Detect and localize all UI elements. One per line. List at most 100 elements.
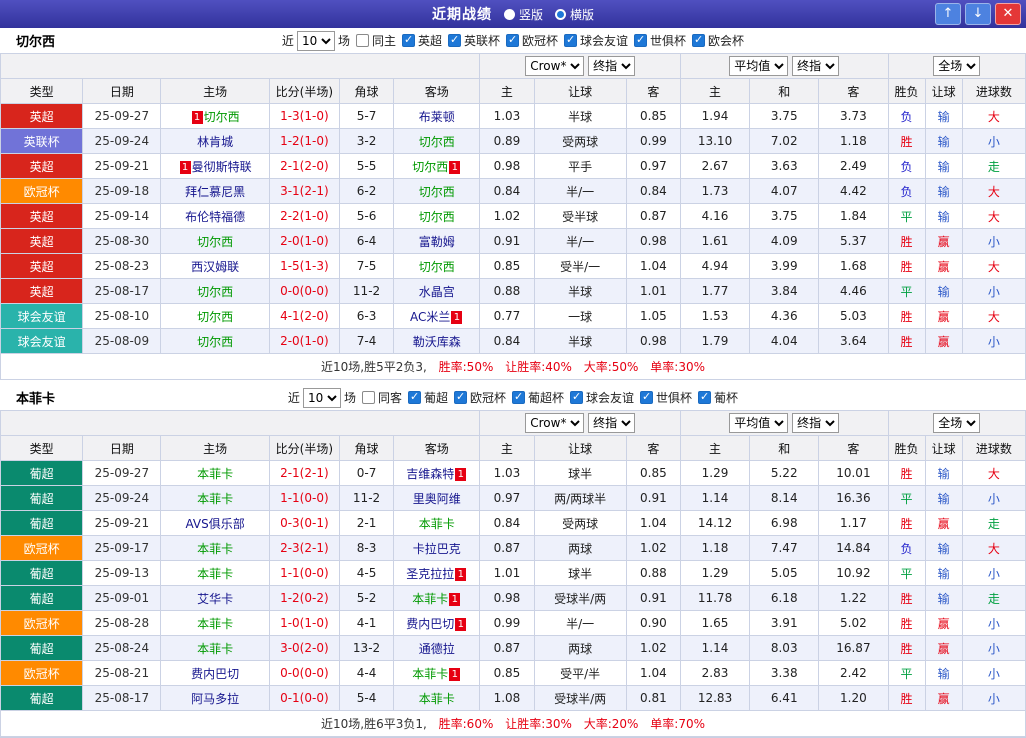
away-team-link[interactable]: 富勒姆 (419, 235, 455, 249)
home-team-link[interactable]: 本菲卡 (197, 642, 233, 656)
match-scope-select[interactable]: 全场 (933, 413, 981, 433)
avg-draw-odds: 6.41 (749, 685, 820, 711)
league-filter-checkbox[interactable]: 英超 (401, 32, 442, 49)
final-odds-select[interactable]: 终指 (792, 413, 840, 433)
league-filter-checkbox[interactable]: 欧会杯 (692, 32, 744, 49)
away-team-link[interactable]: 本菲卡 (419, 692, 455, 706)
scroll-up-button[interactable]: ↑ (935, 3, 961, 25)
home-team-link[interactable]: 西汉姆联 (191, 260, 239, 274)
away-team-link[interactable]: 本菲卡 (412, 667, 448, 681)
league-filter-checkbox[interactable]: 葡超 (407, 389, 448, 406)
away-team-link[interactable]: 费内巴切 (406, 617, 454, 631)
league-filter-checkbox[interactable]: 葡超杯 (512, 389, 564, 406)
avg-away-odds: 16.36 (818, 485, 889, 511)
home-team-link[interactable]: 切尔西 (197, 235, 233, 249)
recent-count-select[interactable]: 10 (302, 387, 341, 408)
bookmaker-select[interactable]: Crow* (525, 413, 585, 433)
handicap-line: 两/两球半 (533, 485, 627, 511)
home-team-link[interactable]: AVS俱乐部 (185, 517, 244, 531)
checkbox-label: 葡超杯 (528, 391, 565, 405)
away-team-link[interactable]: 勒沃库森 (413, 335, 461, 349)
league-filter-checkbox[interactable]: 英联杯 (447, 32, 500, 49)
away-team-link[interactable]: 本菲卡 (419, 517, 455, 531)
home-team-link[interactable]: 本菲卡 (197, 542, 233, 556)
avg-draw-odds: 4.36 (749, 303, 820, 329)
away-team-link[interactable]: 圣克拉拉 (406, 567, 454, 581)
home-team-link[interactable]: 曼彻斯特联 (192, 160, 252, 174)
league-filter-checkbox[interactable]: 球会友谊 (570, 389, 634, 406)
away-team-link[interactable]: 切尔西 (419, 260, 455, 274)
avg-home-odds: 4.94 (679, 253, 751, 279)
home-team-link[interactable]: 费内巴切 (191, 667, 239, 681)
radio-icon (503, 8, 515, 20)
match-scope-select[interactable]: 全场 (933, 56, 981, 76)
league-badge: 英超 (0, 253, 84, 279)
average-odds-select[interactable]: 平均值 (729, 56, 789, 76)
away-team-cell: 本菲卡 (393, 510, 481, 536)
away-team-link[interactable]: 吉维森特 (406, 467, 454, 481)
away-handicap-odds: 0.97 (625, 153, 681, 179)
home-handicap-odds: 0.98 (479, 153, 535, 179)
home-team-link[interactable]: 本菲卡 (197, 467, 233, 481)
away-team-link[interactable]: 布莱顿 (419, 110, 455, 124)
away-handicap-odds: 1.01 (625, 278, 681, 304)
league-filter-checkbox[interactable]: 球会友谊 (564, 32, 628, 49)
red-card-badge: 1 (455, 467, 467, 481)
same-venue-checkbox[interactable]: 同主 (355, 32, 396, 49)
home-handicap-odds: 1.03 (479, 460, 535, 486)
home-team-cell: 1 切尔西 (160, 103, 270, 129)
away-team-link[interactable]: 切尔西 (412, 160, 448, 174)
home-team-link[interactable]: 切尔西 (197, 285, 233, 299)
away-team-link[interactable]: 里奥阿维 (413, 492, 461, 506)
match-result: 胜 (887, 635, 926, 661)
away-team-link[interactable]: 本菲卡 (412, 592, 448, 606)
home-team-link[interactable]: 艾华卡 (197, 592, 233, 606)
league-filter-checkbox[interactable]: 葡杯 (698, 389, 738, 406)
final-odds-select[interactable]: 终指 (588, 56, 636, 76)
team-section-2: 本菲卡 近10场同客葡超欧冠杯葡超杯球会友谊世俱杯葡杯 Crow* 终指 平均值… (0, 385, 1026, 737)
home-team-link[interactable]: 本菲卡 (197, 617, 233, 631)
away-team-link[interactable]: 切尔西 (419, 185, 455, 199)
column-header: 和 (749, 78, 820, 104)
match-row: 欧冠杯 25-08-21 费内巴切 0-0(0-0) 4-4 本菲卡 1 0.85 受平/半 1.… (0, 660, 1026, 686)
home-team-link[interactable]: 本菲卡 (197, 567, 233, 581)
home-team-link[interactable]: 本菲卡 (197, 492, 233, 506)
away-team-link[interactable]: 切尔西 (419, 135, 455, 149)
league-filter-checkbox[interactable]: 世俱杯 (640, 389, 692, 406)
league-filter-checkbox[interactable]: 世俱杯 (634, 32, 686, 49)
handicap-result: 输 (924, 585, 963, 611)
home-team-link[interactable]: 拜仁慕尼黑 (185, 185, 245, 199)
home-team-link[interactable]: 阿马多拉 (191, 692, 239, 706)
home-team-link[interactable]: 切尔西 (197, 310, 233, 324)
away-team-link[interactable]: 水晶宫 (419, 285, 455, 299)
recent-count-select[interactable]: 10 (296, 30, 335, 51)
away-team-link[interactable]: 卡拉巴克 (413, 542, 461, 556)
column-header: 日期 (82, 78, 162, 104)
league-filter-checkbox[interactable]: 欧冠杯 (453, 389, 506, 406)
home-team-link[interactable]: 切尔西 (204, 110, 240, 124)
away-team-link[interactable]: 切尔西 (419, 210, 455, 224)
layout-radio-horizontal[interactable]: 横版 (555, 6, 594, 23)
match-row: 欧冠杯 25-08-28 本菲卡 1-0(1-0) 4-1 费内巴切 1 0.99 半/一 0.9… (0, 610, 1026, 636)
final-odds-select[interactable]: 终指 (792, 56, 840, 76)
bookmaker-select[interactable]: Crow* (525, 56, 585, 76)
home-team-link[interactable]: 布伦特福德 (185, 210, 245, 224)
league-filter-checkbox[interactable]: 欧冠杯 (506, 32, 558, 49)
same-venue-checkbox[interactable]: 同客 (361, 389, 402, 406)
avg-draw-odds: 3.75 (749, 103, 820, 129)
away-team-link[interactable]: 通德拉 (419, 642, 455, 656)
home-team-link[interactable]: 切尔西 (197, 335, 233, 349)
average-odds-select[interactable]: 平均值 (729, 413, 789, 433)
goals-result: 小 (961, 228, 1026, 254)
titlebar: 近期战绩 竖版 横版 ↑ ↓ ✕ (0, 0, 1026, 28)
home-team-link[interactable]: 林肯城 (197, 135, 233, 149)
handicap-result: 输 (924, 128, 963, 154)
scroll-down-button[interactable]: ↓ (965, 3, 991, 25)
layout-radio-vertical[interactable]: 竖版 (503, 6, 543, 23)
close-button[interactable]: ✕ (995, 3, 1021, 25)
away-team-link[interactable]: AC米兰 (410, 310, 450, 324)
summary-odd-rate: 单率:30% (650, 360, 705, 374)
score: 2-0(1-0) (268, 328, 340, 354)
final-odds-select[interactable]: 终指 (588, 413, 636, 433)
corner-score: 7-5 (338, 253, 395, 279)
